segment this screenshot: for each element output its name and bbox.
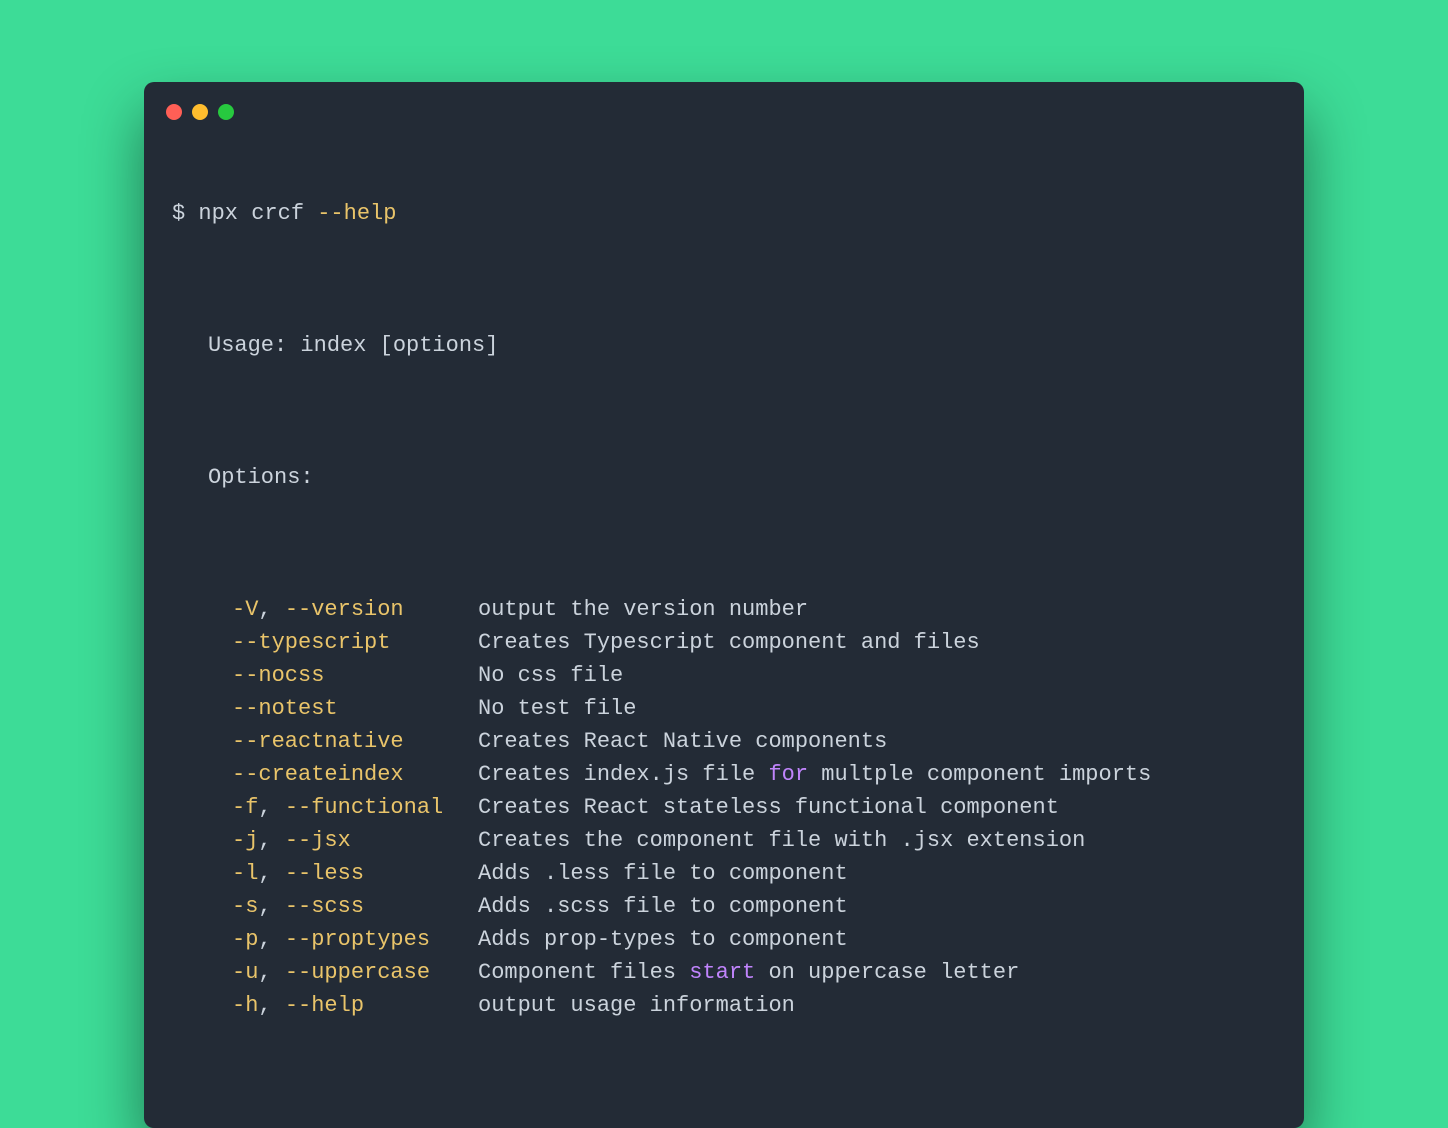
option-long-flag: --less [285, 861, 364, 886]
option-flags: -h, --help [232, 989, 478, 1022]
option-flags: -V, --version [232, 593, 478, 626]
option-row: -V, --versionoutput the version number [232, 593, 1276, 626]
option-description: Creates React stateless functional compo… [478, 791, 1059, 824]
option-flags: --reactnative [232, 725, 478, 758]
prompt-line: $ npx crcf --help [172, 197, 1276, 230]
option-row: -h, --helpoutput usage information [232, 989, 1276, 1022]
option-flags: -u, --uppercase [232, 956, 478, 989]
command-text: npx crcf [198, 201, 304, 226]
option-description: Creates React Native components [478, 725, 887, 758]
flag-separator: , [258, 894, 284, 919]
option-long-flag: --proptypes [285, 927, 430, 952]
flag-separator: , [258, 861, 284, 886]
blank-line [172, 263, 1276, 296]
flag-separator: , [258, 795, 284, 820]
desc-text: multple component imports [808, 762, 1151, 787]
option-long-flag: --nocss [232, 663, 324, 688]
blank-line [172, 395, 1276, 428]
option-short-flag: -V [232, 597, 258, 622]
minimize-icon[interactable] [192, 104, 208, 120]
terminal-window: $ npx crcf --help Usage: index [options]… [144, 82, 1304, 1128]
option-description: Creates Typescript component and files [478, 626, 980, 659]
option-long-flag: --jsx [285, 828, 351, 853]
option-flags: -l, --less [232, 857, 478, 890]
desc-text: Creates index.js file [478, 762, 768, 787]
option-flags: -j, --jsx [232, 824, 478, 857]
option-description: Adds .scss file to component [478, 890, 848, 923]
flag-separator: , [258, 993, 284, 1018]
window-titlebar [144, 82, 1304, 120]
blank-line [172, 527, 1276, 560]
option-long-flag: --notest [232, 696, 338, 721]
option-flags: --nocss [232, 659, 478, 692]
option-row: -s, --scssAdds .scss file to component [232, 890, 1276, 923]
option-long-flag: --typescript [232, 630, 390, 655]
option-long-flag: --reactnative [232, 729, 404, 754]
option-long-flag: --createindex [232, 762, 404, 787]
option-row: -f, --functionalCreates React stateless … [232, 791, 1276, 824]
option-short-flag: -u [232, 960, 258, 985]
option-flags: -f, --functional [232, 791, 478, 824]
flag-separator: , [258, 597, 284, 622]
maximize-icon[interactable] [218, 104, 234, 120]
option-flags: --createindex [232, 758, 478, 791]
desc-text: on uppercase letter [755, 960, 1019, 985]
option-long-flag: --functional [285, 795, 443, 820]
options-list: -V, --versionoutput the version number--… [172, 593, 1276, 1022]
option-description: Creates the component file with .jsx ext… [478, 824, 1085, 857]
desc-text: Component files [478, 960, 689, 985]
terminal-content: $ npx crcf --help Usage: index [options]… [144, 120, 1304, 1088]
command-flag: --help [317, 201, 396, 226]
option-flags: --typescript [232, 626, 478, 659]
desc-keyword: start [689, 960, 755, 985]
option-description: Adds .less file to component [478, 857, 848, 890]
option-short-flag: -j [232, 828, 258, 853]
options-header: Options: [172, 461, 1276, 494]
option-row: --notest No test file [232, 692, 1276, 725]
option-description: output the version number [478, 593, 808, 626]
option-description: output usage information [478, 989, 795, 1022]
option-row: -j, --jsxCreates the component file with… [232, 824, 1276, 857]
flag-separator: , [258, 960, 284, 985]
option-long-flag: --version [285, 597, 404, 622]
option-row: --reactnative Creates React Native compon… [232, 725, 1276, 758]
option-flags: --notest [232, 692, 478, 725]
option-description: No test file [478, 692, 636, 725]
option-description: Creates index.js file for multple compon… [478, 758, 1151, 791]
option-short-flag: -p [232, 927, 258, 952]
option-short-flag: -h [232, 993, 258, 1018]
usage-line: Usage: index [options] [172, 329, 1276, 362]
desc-keyword: for [768, 762, 808, 787]
option-flags: -p, --proptypes [232, 923, 478, 956]
option-long-flag: --uppercase [285, 960, 430, 985]
option-row: --nocss No css file [232, 659, 1276, 692]
option-row: --typescript Creates Typescript component… [232, 626, 1276, 659]
option-description: No css file [478, 659, 623, 692]
option-description: Component files start on uppercase lette… [478, 956, 1019, 989]
option-short-flag: -l [232, 861, 258, 886]
option-description: Adds prop-types to component [478, 923, 848, 956]
flag-separator: , [258, 927, 284, 952]
option-row: -u, --uppercaseComponent files start on … [232, 956, 1276, 989]
prompt-symbol: $ [172, 201, 185, 226]
option-row: -p, --proptypesAdds prop-types to compon… [232, 923, 1276, 956]
option-long-flag: --help [285, 993, 364, 1018]
flag-separator: , [258, 828, 284, 853]
option-row: --createindex Creates index.js file for m… [232, 758, 1276, 791]
option-flags: -s, --scss [232, 890, 478, 923]
option-short-flag: -f [232, 795, 258, 820]
close-icon[interactable] [166, 104, 182, 120]
option-row: -l, --lessAdds .less file to component [232, 857, 1276, 890]
option-short-flag: -s [232, 894, 258, 919]
option-long-flag: --scss [285, 894, 364, 919]
